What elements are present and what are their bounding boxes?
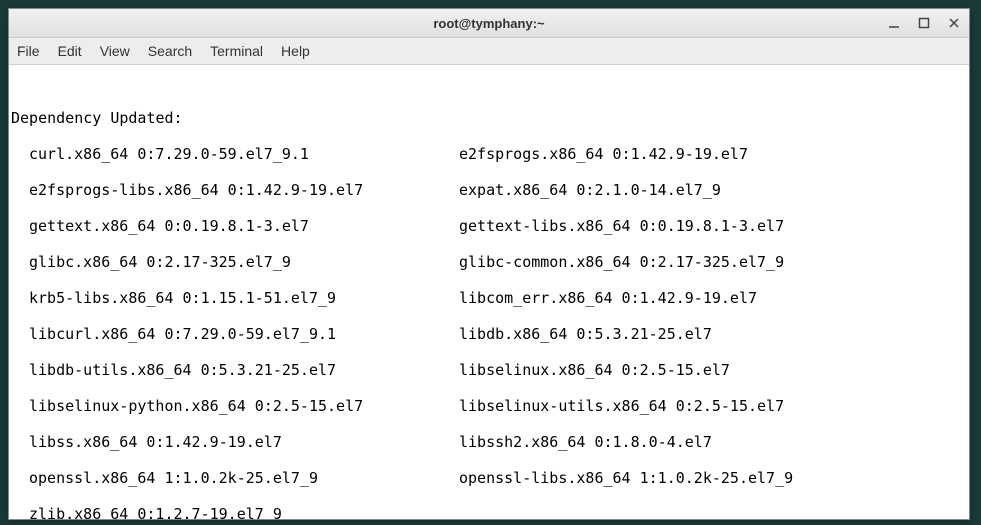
window-controls	[883, 9, 965, 37]
dep-right: glibc-common.x86_64 0:2.17-325.el7_9	[459, 253, 784, 271]
close-button[interactable]	[943, 13, 965, 33]
dep-row: libcurl.x86_64 0:7.29.0-59.el7_9.1libdb.…	[11, 325, 967, 343]
menu-help[interactable]: Help	[281, 43, 310, 59]
titlebar: root@tymphany:~	[9, 9, 969, 38]
dep-right: e2fsprogs.x86_64 0:1.42.9-19.el7	[459, 145, 748, 163]
dep-right: libdb.x86_64 0:5.3.21-25.el7	[459, 325, 712, 343]
dep-row: libdb-utils.x86_64 0:5.3.21-25.el7libsel…	[11, 361, 967, 379]
dep-right: gettext-libs.x86_64 0:0.19.8.1-3.el7	[459, 217, 784, 235]
dep-right: libssh2.x86_64 0:1.8.0-4.el7	[459, 433, 712, 451]
dep-row: libss.x86_64 0:1.42.9-19.el7libssh2.x86_…	[11, 433, 967, 451]
terminal-output[interactable]: Dependency Updated: curl.x86_64 0:7.29.0…	[9, 65, 969, 519]
menu-terminal[interactable]: Terminal	[210, 43, 263, 59]
window-title: root@tymphany:~	[433, 16, 544, 31]
dep-left: curl.x86_64 0:7.29.0-59.el7_9.1	[29, 145, 459, 163]
dep-left: gettext.x86_64 0:0.19.8.1-3.el7	[29, 217, 459, 235]
dep-left: zlib.x86_64 0:1.2.7-19.el7_9	[29, 505, 459, 519]
dep-row: gettext.x86_64 0:0.19.8.1-3.el7gettext-l…	[11, 217, 967, 235]
menu-file[interactable]: File	[17, 43, 40, 59]
dep-row: glibc.x86_64 0:2.17-325.el7_9glibc-commo…	[11, 253, 967, 271]
output-line: Dependency Updated:	[11, 109, 967, 127]
dep-row: openssl.x86_64 1:1.0.2k-25.el7_9openssl-…	[11, 469, 967, 487]
dep-right: openssl-libs.x86_64 1:1.0.2k-25.el7_9	[459, 469, 793, 487]
dep-right: libselinux-utils.x86_64 0:2.5-15.el7	[459, 397, 784, 415]
dep-row: libselinux-python.x86_64 0:2.5-15.el7lib…	[11, 397, 967, 415]
minimize-button[interactable]	[883, 13, 905, 33]
dep-left: libcurl.x86_64 0:7.29.0-59.el7_9.1	[29, 325, 459, 343]
menu-edit[interactable]: Edit	[58, 43, 82, 59]
dep-left: krb5-libs.x86_64 0:1.15.1-51.el7_9	[29, 289, 459, 307]
menubar: File Edit View Search Terminal Help	[9, 38, 969, 65]
dep-row: curl.x86_64 0:7.29.0-59.el7_9.1e2fsprogs…	[11, 145, 967, 163]
dep-left: openssl.x86_64 1:1.0.2k-25.el7_9	[29, 469, 459, 487]
dep-right: expat.x86_64 0:2.1.0-14.el7_9	[459, 181, 721, 199]
dep-left: glibc.x86_64 0:2.17-325.el7_9	[29, 253, 459, 271]
dep-left: libdb-utils.x86_64 0:5.3.21-25.el7	[29, 361, 459, 379]
terminal-window: root@tymphany:~ File Edit View Search Te…	[8, 8, 970, 520]
maximize-button[interactable]	[913, 13, 935, 33]
dep-right: libselinux.x86_64 0:2.5-15.el7	[459, 361, 730, 379]
dep-left: e2fsprogs-libs.x86_64 0:1.42.9-19.el7	[29, 181, 459, 199]
dep-left: libss.x86_64 0:1.42.9-19.el7	[29, 433, 459, 451]
dep-row: zlib.x86_64 0:1.2.7-19.el7_9	[11, 505, 967, 519]
menu-view[interactable]: View	[100, 43, 130, 59]
dep-row: e2fsprogs-libs.x86_64 0:1.42.9-19.el7exp…	[11, 181, 967, 199]
dep-left: libselinux-python.x86_64 0:2.5-15.el7	[29, 397, 459, 415]
dep-right: libcom_err.x86_64 0:1.42.9-19.el7	[459, 289, 757, 307]
menu-search[interactable]: Search	[148, 43, 192, 59]
dep-row: krb5-libs.x86_64 0:1.15.1-51.el7_9libcom…	[11, 289, 967, 307]
